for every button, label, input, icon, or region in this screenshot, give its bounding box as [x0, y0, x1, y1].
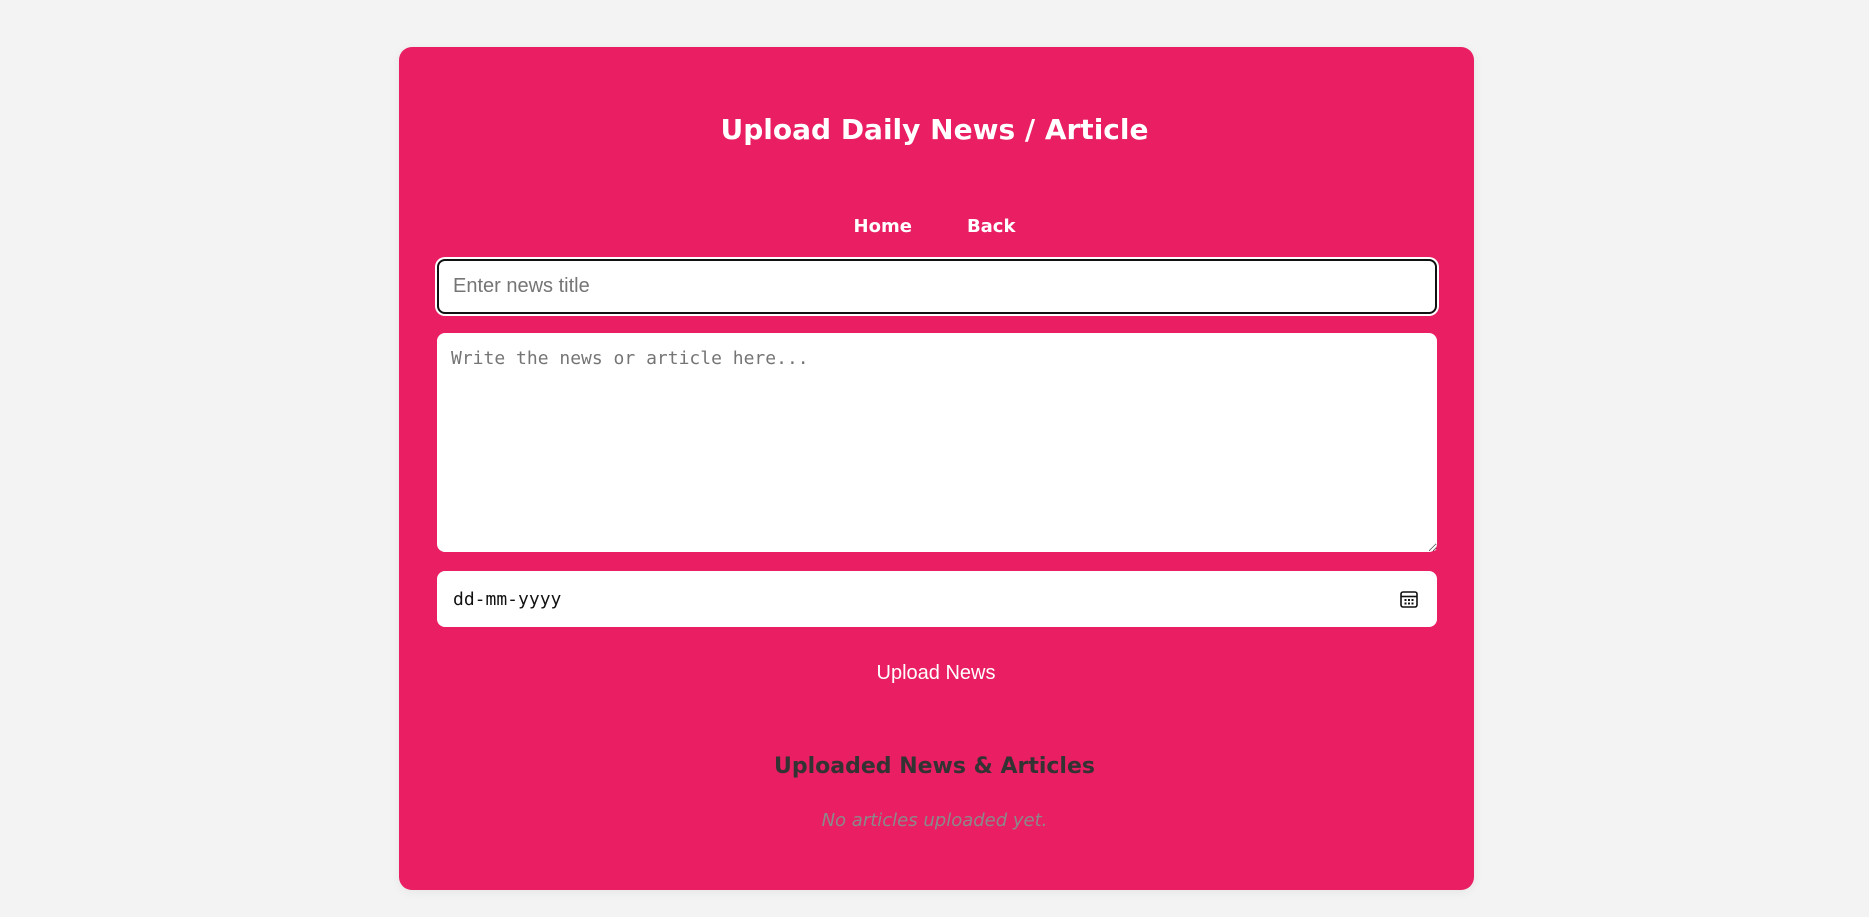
empty-articles-message: No articles uploaded yet. [821, 810, 1048, 831]
date-placeholder: dd-mm-yyyy [453, 588, 562, 610]
page-title: Upload Daily News / Article [720, 113, 1149, 146]
calendar-icon[interactable] [1399, 589, 1419, 609]
upload-news-button[interactable]: Upload News [836, 655, 1036, 691]
nav-home-link[interactable]: Home [854, 213, 912, 241]
top-nav: Home Back [0, 213, 1869, 241]
news-date-input[interactable]: dd-mm-yyyy [437, 571, 1437, 627]
nav-back-link[interactable]: Back [967, 213, 1016, 241]
uploaded-news-heading: Uploaded News & Articles [774, 754, 1095, 779]
news-content-textarea[interactable] [437, 333, 1437, 552]
news-title-input[interactable] [437, 259, 1437, 314]
